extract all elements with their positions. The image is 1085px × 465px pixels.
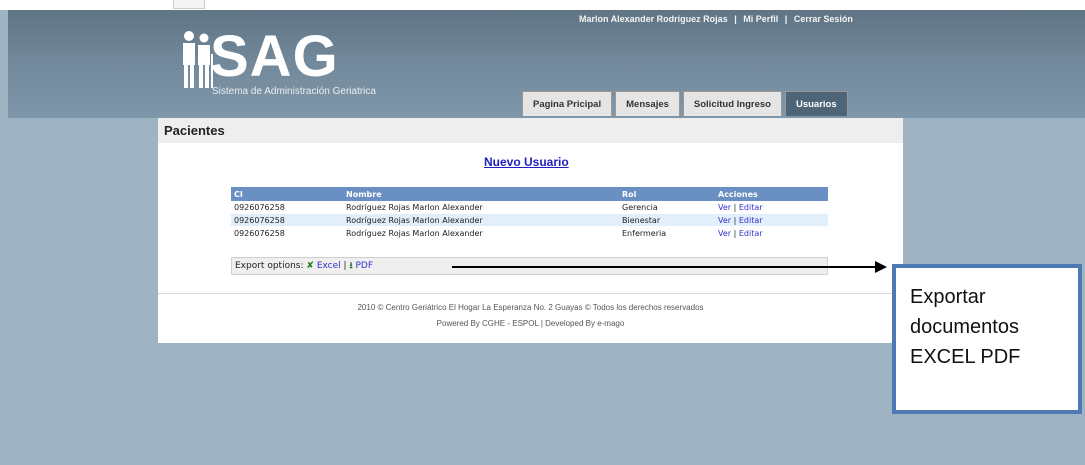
user-bar-separator: | [784, 14, 788, 24]
user-bar-separator: | [734, 14, 737, 24]
annotation-callout: Exportar documentos EXCEL PDF [892, 264, 1082, 414]
cell-nombre: Rodríguez Rojas Marlon Alexander [343, 226, 619, 240]
site-footer: 2010 © Centro Geriátrico El Hogar La Esp… [158, 300, 903, 332]
logo-subtitle: Sistema de Administración Geriatrica [212, 86, 376, 97]
table-row: 0926076258 Rodríguez Rojas Marlon Alexan… [231, 201, 828, 214]
column-header-ci[interactable]: CI [231, 187, 343, 201]
cell-rol: Enfermeria [619, 226, 715, 240]
tab-solicitud-ingreso[interactable]: Solicitud Ingreso [682, 91, 782, 116]
callout-line-2: documentos [910, 316, 1019, 338]
column-header-rol[interactable]: Rol [619, 187, 715, 201]
table-header-row: CI Nombre Rol Acciones [231, 187, 828, 201]
cell-ci: 0926076258 [231, 213, 343, 227]
pdf-icon[interactable]: ⭳ [349, 261, 352, 271]
footer-credits: Powered By CGHE - ESPOL | Developed By e… [436, 319, 625, 328]
users-table: CI Nombre Rol Acciones 0926076258 Rodríg… [231, 187, 828, 240]
export-label: Export options: [235, 261, 304, 271]
tab-mensajes[interactable]: Mensajes [615, 91, 680, 116]
export-excel-link[interactable]: Excel [317, 261, 341, 271]
excel-icon[interactable]: ✘ [306, 261, 314, 271]
action-separator: | [733, 215, 737, 225]
main-tabs: Pagina Pricipal Mensajes Solicitud Ingre… [522, 91, 851, 116]
export-pdf-link[interactable]: PDF [355, 261, 373, 271]
browser-top-strip [0, 0, 1085, 10]
edit-link[interactable]: Editar [739, 229, 763, 238]
column-header-acciones: Acciones [715, 187, 828, 201]
cell-ci: 0926076258 [231, 226, 343, 240]
tab-usuarios[interactable]: Usuarios [784, 91, 848, 116]
cell-ci: 0926076258 [231, 201, 343, 214]
edit-link[interactable]: Editar [739, 216, 763, 225]
annotation-arrow-line [452, 266, 877, 269]
page-title: Pacientes [158, 118, 903, 143]
view-link[interactable]: Ver [718, 203, 731, 212]
cell-acciones: Ver | Editar [715, 226, 828, 240]
action-separator: | [733, 228, 737, 238]
cell-acciones: Ver | Editar [715, 201, 828, 214]
cell-nombre: Rodríguez Rojas Marlon Alexander [343, 201, 619, 214]
view-link[interactable]: Ver [718, 229, 731, 238]
export-separator: | [343, 261, 347, 271]
user-bar: Marlon Alexander Rodríguez Rojas | Mi Pe… [577, 14, 855, 24]
callout-line-1: Exportar [910, 286, 986, 308]
tab-pagina-principal[interactable]: Pagina Pricipal [522, 91, 613, 116]
main-content: Pacientes Nuevo Usuario CI Nombre Rol Ac… [158, 118, 903, 343]
table-row: 0926076258 Rodríguez Rojas Marlon Alexan… [231, 213, 828, 227]
profile-link[interactable]: Mi Perfil [743, 14, 778, 24]
view-link[interactable]: Ver [718, 216, 731, 225]
callout-line-3: EXCEL PDF [910, 346, 1021, 368]
cell-rol: Bienestar [619, 213, 715, 227]
action-separator: | [733, 202, 737, 212]
cell-rol: Gerencia [619, 201, 715, 214]
edit-link[interactable]: Editar [739, 203, 763, 212]
table-row: 0926076258 Rodríguez Rojas Marlon Alexan… [231, 226, 828, 240]
column-header-nombre[interactable]: Nombre [343, 187, 619, 201]
logout-link[interactable]: Cerrar Sesión [794, 14, 853, 24]
browser-tab-stub [173, 0, 205, 9]
cell-acciones: Ver | Editar [715, 213, 828, 227]
annotation-arrow-head [875, 261, 887, 273]
cell-nombre: Rodríguez Rojas Marlon Alexander [343, 213, 619, 227]
new-user-link[interactable]: Nuevo Usuario [484, 155, 569, 169]
logo-text: SAG [210, 24, 339, 89]
footer-copyright: 2010 © Centro Geriátrico El Hogar La Esp… [357, 303, 704, 312]
user-name: Marlon Alexander Rodríguez Rojas [579, 14, 728, 24]
